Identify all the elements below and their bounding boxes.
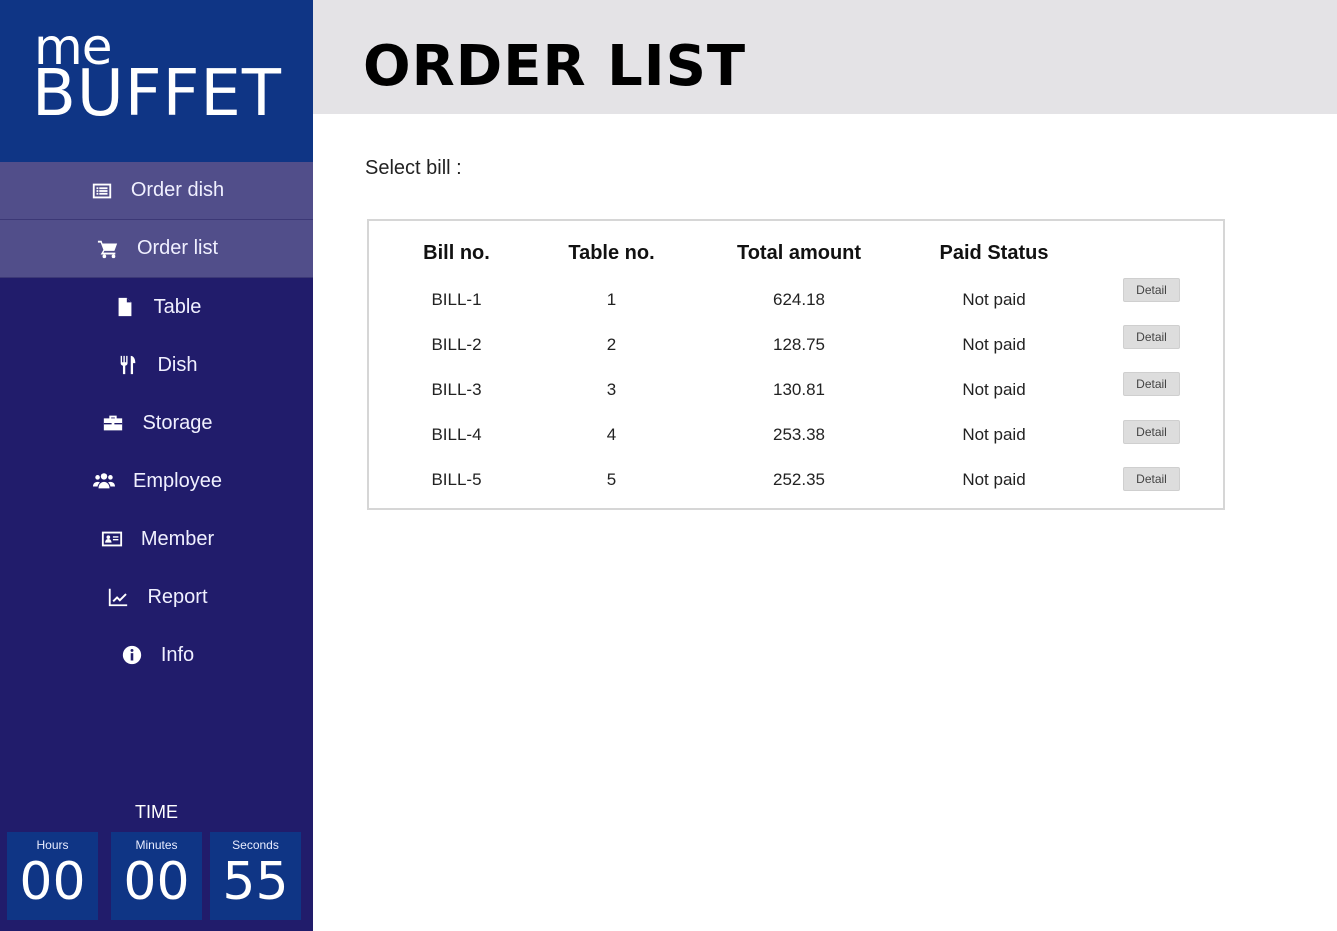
seconds-label: Seconds	[232, 838, 279, 852]
sidebar-item-label: Order list	[136, 237, 219, 259]
sidebar-item-order-list[interactable]: Order list	[0, 220, 313, 278]
sidebar-item-employee[interactable]: Employee	[0, 452, 313, 510]
sidebar-item-member[interactable]: Member	[0, 510, 313, 568]
briefcase-icon	[100, 410, 126, 436]
detail-button[interactable]: Detail	[1123, 325, 1180, 349]
timer-title: TIME	[135, 802, 178, 822]
line-chart-icon	[105, 584, 131, 610]
cell-table-no: 5	[606, 470, 617, 489]
sidebar-item-label: Storage	[142, 411, 213, 434]
column-header-total-amount: Total amount	[736, 242, 862, 264]
detail-button[interactable]: Detail	[1123, 467, 1180, 491]
sidebar-item-label: Member	[140, 527, 215, 550]
cell-table-no: 3	[606, 380, 617, 399]
seconds-value: 55	[222, 852, 289, 912]
page-header: ORDER LIST	[313, 0, 1337, 114]
sidebar-item-label: Employee	[133, 469, 222, 492]
sidebar-item-label: Report	[147, 585, 208, 608]
sidebar-item-storage[interactable]: Storage	[0, 394, 313, 452]
sidebar-item-dish[interactable]: Dish	[0, 336, 313, 394]
info-icon	[119, 642, 145, 668]
cell-bill-no: BILL-5	[431, 470, 482, 489]
bill-table: Bill no. Table no. Total amount Paid Sta…	[367, 219, 1225, 510]
cell-paid-status: Not paid	[962, 380, 1026, 399]
column-header-bill-no: Bill no.	[423, 242, 490, 264]
timer-hours: Hours 00	[7, 832, 98, 920]
cell-paid-status: Not paid	[962, 290, 1026, 309]
cell-total-amount: 624.18	[773, 290, 825, 309]
group-icon	[91, 468, 117, 494]
sidebar-item-label: Order dish	[130, 179, 225, 201]
timer-minutes: Minutes 00	[111, 832, 202, 920]
column-header-paid-status: Paid Status	[939, 242, 1049, 264]
cell-bill-no: BILL-3	[431, 380, 482, 399]
cell-table-no: 4	[606, 425, 617, 444]
minutes-label: Minutes	[135, 838, 178, 852]
timer-seconds: Seconds 55	[210, 832, 301, 920]
detail-button[interactable]: Detail	[1123, 278, 1180, 302]
hours-label: Hours	[36, 838, 69, 852]
cell-paid-status: Not paid	[962, 335, 1026, 354]
cell-total-amount: 130.81	[773, 380, 825, 399]
minutes-value: 00	[123, 852, 190, 912]
brand-header: me BUFFET	[0, 0, 313, 162]
detail-button[interactable]: Detail	[1123, 420, 1180, 444]
sidebar-item-table[interactable]: Table	[0, 278, 313, 336]
cell-paid-status: Not paid	[962, 470, 1026, 489]
sidebar-item-order-dish[interactable]: Order dish	[0, 162, 313, 220]
sidebar-item-info[interactable]: Info	[0, 626, 313, 684]
cell-bill-no: BILL-1	[431, 290, 482, 309]
cell-paid-status: Not paid	[962, 425, 1026, 444]
id-card-icon	[99, 526, 125, 552]
cell-table-no: 2	[606, 335, 617, 354]
sidebar-nav: Order dish Order list Table Dish Storage	[0, 162, 313, 684]
detail-button[interactable]: Detail	[1123, 372, 1180, 396]
sidebar-item-label: Info	[160, 643, 195, 666]
cell-bill-no: BILL-2	[431, 335, 482, 354]
column-header-table-no: Table no.	[568, 242, 655, 264]
utensils-icon	[115, 352, 141, 378]
select-bill-label: Select bill :	[365, 157, 462, 179]
logo-buffet-text: BUFFET	[32, 57, 282, 131]
hours-value: 00	[19, 852, 86, 912]
cell-total-amount: 128.75	[773, 335, 825, 354]
cell-total-amount: 252.35	[773, 470, 825, 489]
sidebar-item-label: Dish	[157, 353, 198, 376]
app-logo: me BUFFET	[32, 22, 282, 136]
page-title: ORDER LIST	[363, 34, 747, 99]
sidebar: me BUFFET Order dish Order list Table Di…	[0, 0, 313, 931]
list-icon	[89, 178, 115, 204]
cart-icon	[95, 236, 121, 262]
sidebar-item-report[interactable]: Report	[0, 568, 313, 626]
sidebar-item-label: Table	[153, 295, 202, 318]
cell-table-no: 1	[606, 290, 617, 309]
cell-bill-no: BILL-4	[431, 425, 482, 444]
cell-total-amount: 253.38	[773, 425, 825, 444]
document-icon	[112, 294, 138, 320]
